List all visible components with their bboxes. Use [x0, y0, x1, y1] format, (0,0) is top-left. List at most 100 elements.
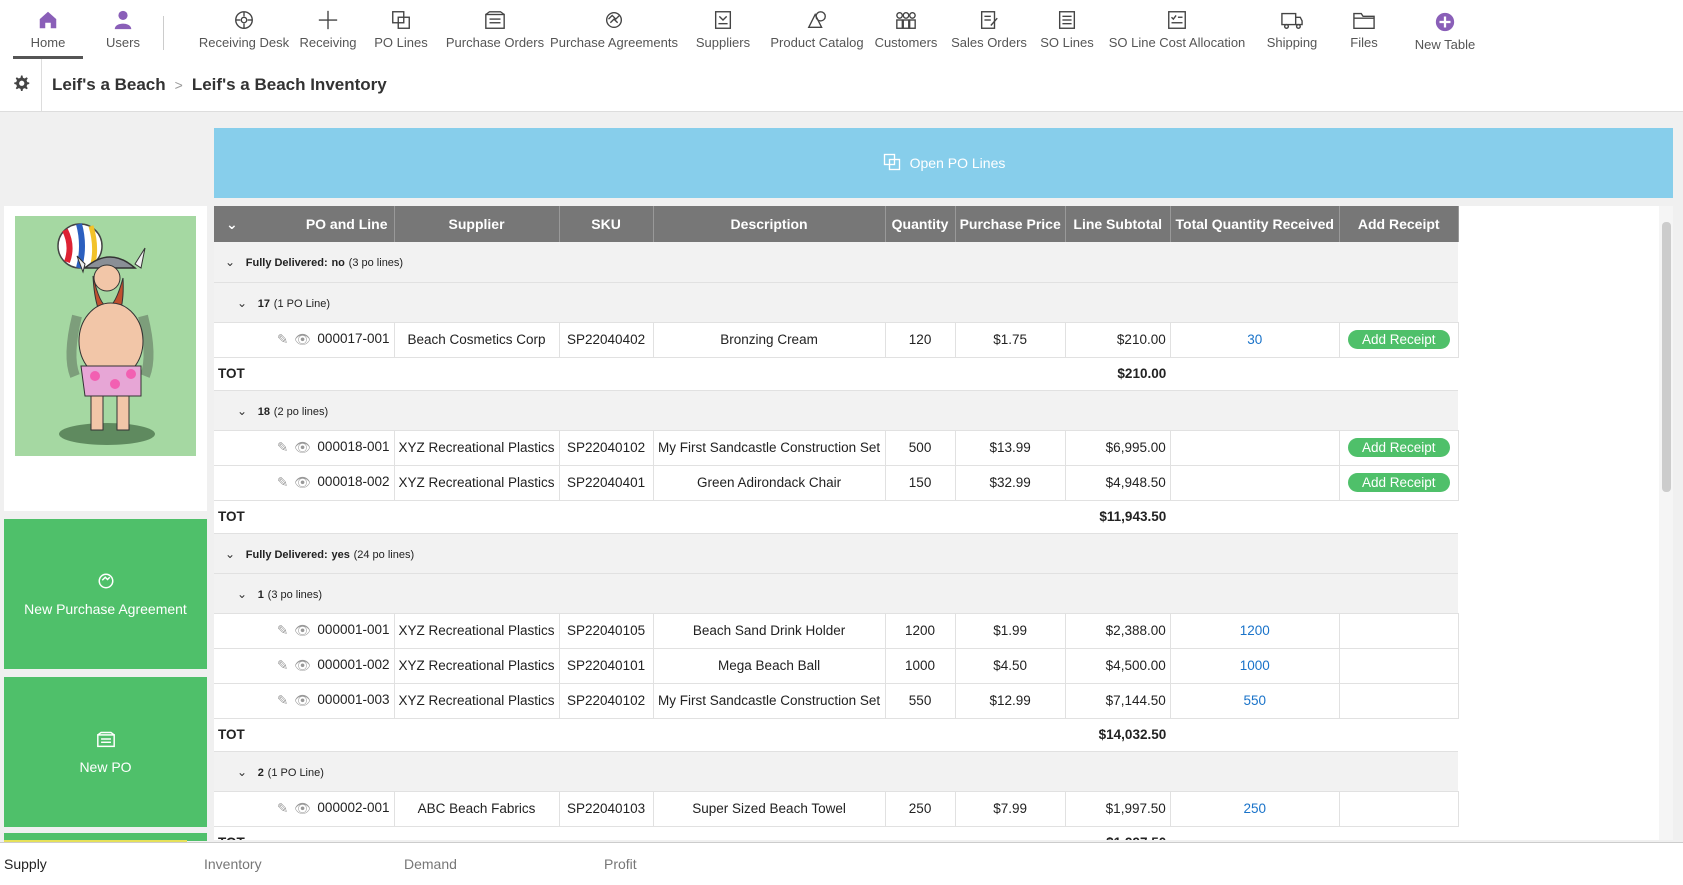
- new-purchase-agreement-button[interactable]: New Purchase Agreement: [4, 519, 207, 669]
- view-icon[interactable]: 👁: [294, 332, 311, 348]
- view-icon[interactable]: 👁: [294, 623, 311, 639]
- nav-suppliers[interactable]: Suppliers: [678, 0, 768, 59]
- tab-demand[interactable]: Demand: [400, 856, 600, 872]
- folder-icon: [1352, 8, 1376, 32]
- received-link[interactable]: [1170, 430, 1340, 466]
- nav-purchase-agreements[interactable]: Purchase Agreements: [550, 0, 678, 59]
- column-header-po-and-line[interactable]: ⌄ PO and Line: [214, 206, 395, 242]
- column-header-line-subtotal[interactable]: Line Subtotal: [1065, 206, 1171, 242]
- received-link[interactable]: 30: [1170, 322, 1340, 358]
- column-header-total-quantity-received[interactable]: Total Quantity Received: [1170, 206, 1340, 242]
- group-row[interactable]: ⌄ Fully Delivered: yes (24 po lines): [214, 533, 1459, 574]
- received-link[interactable]: [1170, 465, 1340, 501]
- table-header-row: ⌄ PO and Line Supplier SKU Description Q…: [214, 206, 1459, 242]
- total-row: TOT $210.00: [214, 357, 1459, 391]
- new-po-button[interactable]: New PO: [4, 677, 207, 827]
- table-row[interactable]: ✎ 👁 000002-001 ABC Beach Fabrics SP2204010…: [214, 791, 1459, 827]
- home-icon: [36, 8, 60, 32]
- top-nav: Home Users Receiving Desk Receiving PO L…: [0, 0, 1683, 59]
- table-row[interactable]: ✎ 👁 000001-003 XYZ Recreational Plastics S…: [214, 683, 1459, 719]
- table-row[interactable]: ✎ 👁 000018-001 XYZ Recreational Plastics S…: [214, 430, 1459, 466]
- view-icon[interactable]: 👁: [294, 658, 311, 674]
- received-link[interactable]: 1200: [1170, 613, 1340, 649]
- chevron-down-icon[interactable]: ⌄: [218, 255, 242, 269]
- received-link[interactable]: 250: [1170, 791, 1340, 827]
- chevron-down-icon[interactable]: ⌄: [230, 296, 254, 310]
- table-row[interactable]: ✎ 👁 000001-001 XYZ Recreational Plastics S…: [214, 613, 1459, 649]
- nav-new-table[interactable]: New Table: [1404, 0, 1486, 59]
- handshake-icon: [602, 8, 626, 32]
- total-row: TOT $14,032.50: [214, 718, 1459, 752]
- subgroup-row[interactable]: ⌄ 18 (2 po lines): [214, 390, 1459, 431]
- column-header-purchase-price[interactable]: Purchase Price: [955, 206, 1066, 242]
- receiving-desk-icon: [232, 8, 256, 32]
- group-row[interactable]: ⌄ Fully Delivered: no (3 po lines): [214, 242, 1459, 283]
- scrollbar-thumb[interactable]: [1662, 222, 1671, 492]
- po-lines-icon: [389, 8, 413, 32]
- subgroup-row[interactable]: ⌄ 17 (1 PO Line): [214, 282, 1459, 323]
- nav-product-catalog[interactable]: Product Catalog: [768, 0, 866, 59]
- subgroup-row[interactable]: ⌄ 1 (3 po lines): [214, 573, 1459, 614]
- received-link[interactable]: 1000: [1170, 648, 1340, 684]
- collapse-all-icon[interactable]: ⌄: [226, 216, 238, 233]
- nav-home[interactable]: Home: [13, 0, 83, 59]
- nav-customers[interactable]: Customers: [866, 0, 946, 59]
- column-header-description[interactable]: Description: [653, 206, 886, 242]
- list-icon: [1055, 8, 1079, 32]
- breadcrumb-root[interactable]: Leif's a Beach: [52, 75, 166, 95]
- tab-supply[interactable]: Supply: [0, 856, 200, 872]
- add-receipt-button[interactable]: Add Receipt: [1347, 473, 1450, 492]
- nav-sales-orders[interactable]: Sales Orders: [946, 0, 1032, 59]
- nav-po-lines[interactable]: PO Lines: [362, 0, 440, 59]
- nav-files[interactable]: Files: [1332, 0, 1396, 59]
- bottom-tabs: Supply Inventory Demand Profit: [0, 842, 1683, 885]
- view-icon[interactable]: 👁: [294, 801, 311, 817]
- nav-so-line-cost-allocation[interactable]: SO Line Cost Allocation: [1102, 0, 1252, 59]
- column-header-sku[interactable]: SKU: [559, 206, 654, 242]
- settings-button[interactable]: [0, 58, 42, 112]
- nav-users[interactable]: Users: [83, 0, 163, 59]
- add-receipt-button[interactable]: Add Receipt: [1347, 330, 1450, 349]
- page-title: Leif's a Beach Inventory: [191, 75, 387, 94]
- edit-icon[interactable]: ✎: [277, 658, 288, 674]
- breadcrumb-separator: >: [174, 77, 183, 93]
- edit-icon[interactable]: ✎: [277, 332, 288, 348]
- breadcrumb: Leif's a Beach > Leif's a Beach Inventor…: [52, 75, 387, 95]
- view-icon[interactable]: 👁: [294, 440, 311, 456]
- nav-receiving[interactable]: Receiving: [294, 0, 362, 59]
- chevron-down-icon[interactable]: ⌄: [230, 404, 254, 418]
- chevron-down-icon[interactable]: ⌄: [218, 547, 242, 561]
- nav-purchase-orders[interactable]: Purchase Orders: [440, 0, 550, 59]
- po-lines-table-container: ⌄ PO and Line Supplier SKU Description Q…: [214, 206, 1673, 840]
- view-icon[interactable]: 👁: [294, 475, 311, 491]
- column-header-supplier[interactable]: Supplier: [394, 206, 560, 242]
- viking-mascot-image: [15, 216, 196, 456]
- table-row[interactable]: ✎ 👁 000018-002 XYZ Recreational Plastics S…: [214, 465, 1459, 501]
- edit-icon[interactable]: ✎: [277, 801, 288, 817]
- edit-icon[interactable]: ✎: [277, 623, 288, 639]
- nav-so-lines[interactable]: SO Lines: [1032, 0, 1102, 59]
- edit-icon[interactable]: ✎: [277, 475, 288, 491]
- subgroup-row[interactable]: ⌄ 2 (1 PO Line): [214, 751, 1459, 792]
- checklist-icon: [1165, 8, 1189, 32]
- edit-icon[interactable]: ✎: [277, 693, 288, 709]
- nav-receiving-desk[interactable]: Receiving Desk: [194, 0, 294, 59]
- table-row[interactable]: ✎ 👁 000017-001 Beach Cosmetics Corp SP2204…: [214, 322, 1459, 358]
- open-po-lines-header[interactable]: Open PO Lines: [214, 128, 1673, 198]
- suppliers-icon: [711, 8, 735, 32]
- add-receipt-button[interactable]: Add Receipt: [1347, 438, 1450, 457]
- view-icon[interactable]: 👁: [294, 693, 311, 709]
- po-lines-table: ⌄ PO and Line Supplier SKU Description Q…: [214, 206, 1459, 840]
- received-link[interactable]: 550: [1170, 683, 1340, 719]
- nav-shipping[interactable]: Shipping: [1252, 0, 1332, 59]
- chevron-down-icon[interactable]: ⌄: [230, 765, 254, 779]
- tab-profit[interactable]: Profit: [600, 856, 800, 872]
- column-header-add-receipt[interactable]: Add Receipt: [1339, 206, 1459, 242]
- chevron-down-icon[interactable]: ⌄: [230, 587, 254, 601]
- po-lines-icon: [882, 152, 902, 175]
- tab-inventory[interactable]: Inventory: [200, 856, 400, 872]
- edit-icon[interactable]: ✎: [277, 440, 288, 456]
- column-header-quantity[interactable]: Quantity: [885, 206, 956, 242]
- vertical-scrollbar[interactable]: [1659, 206, 1673, 840]
- table-row[interactable]: ✎ 👁 000001-002 XYZ Recreational Plastics S…: [214, 648, 1459, 684]
